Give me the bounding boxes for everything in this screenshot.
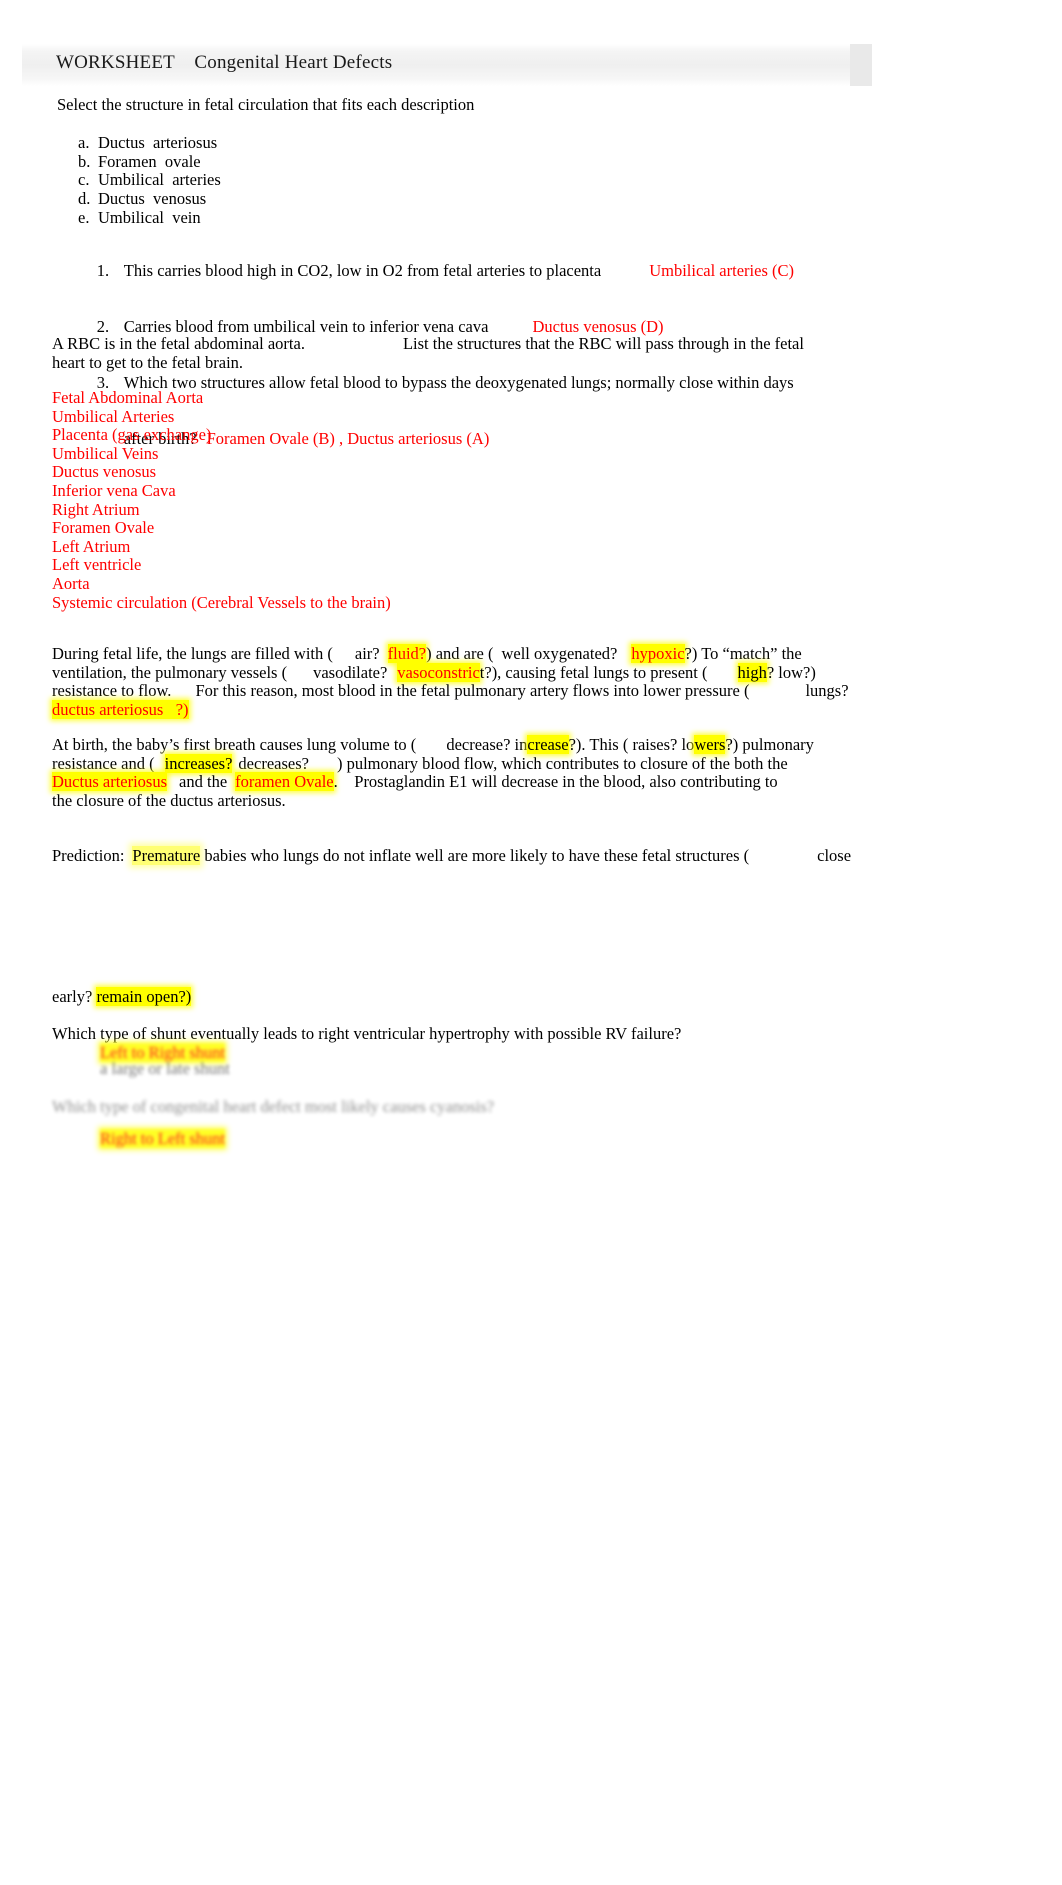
list-item: Aorta (52, 573, 90, 593)
list-marker: b. (78, 151, 91, 171)
answer-highlight: ductus arteriosus ?) (52, 699, 189, 719)
rbc-prompt-line2: heart to get to the fetal brain. (52, 353, 244, 372)
seg: resistance to flow. (52, 681, 172, 701)
seg: lungs? (805, 681, 849, 701)
header-band-edge (850, 44, 872, 86)
seg: ) pulmonary blood flow, which contribute… (336, 753, 788, 773)
birth-line1: At birth, the baby’s first breath causes… (52, 735, 842, 755)
seg: t?), causing fetal lungs to present ( (479, 662, 708, 682)
seg: For this reason, most blood in the fetal… (195, 681, 750, 701)
birth-line4: the closure of the ductus arteriosus. (52, 790, 286, 810)
seg: well oxygenated? (501, 644, 618, 663)
list-item: Umbilical Arteries (52, 406, 175, 426)
seg: ?) pulmonary (725, 735, 814, 754)
list-item: Left ventricle (52, 555, 142, 575)
list-item: Right Atrium (52, 499, 140, 519)
seg: resistance and ( (52, 753, 155, 773)
seg: decreases? (238, 753, 309, 773)
birth-paragraph: At birth, the baby’s first breath causes… (52, 735, 842, 810)
answer-highlight: remain open?) (96, 987, 192, 1006)
list-item: Foramen Ovale (52, 518, 155, 538)
prediction-tail: close (817, 846, 852, 865)
rbc-prompt-line1: A RBC is in the fetal abdominal aorta. Li… (52, 334, 804, 354)
rbc-prompt-a: A RBC is in the fetal abdominal aorta. (52, 334, 305, 353)
answer-highlight: fluid? (387, 644, 427, 663)
seg: and the (179, 772, 228, 792)
list-label: Foramen ovale (98, 151, 201, 171)
prediction-plain: early? (52, 987, 93, 1006)
answer-highlight: high (737, 662, 767, 682)
worksheet-page: WORKSHEET Congenital Heart Defects Selec… (0, 0, 1062, 1885)
question-marker: 1. (96, 260, 110, 280)
list-item: Systemic circulation (Cerebral Vessels t… (52, 592, 391, 612)
list-marker: a. (78, 133, 90, 152)
list-item: Ductus venosus (52, 462, 157, 482)
faded-question: Which type of congenital heart defect mo… (52, 1097, 495, 1116)
answer-highlight: vasoconstric (397, 662, 480, 682)
list-marker: c. (78, 170, 90, 190)
seg: During fetal life, the lungs are filled … (52, 644, 333, 663)
intro-prompt: Select the structure in fetal circulatio… (57, 95, 475, 114)
rbc-prompt-b: List the structures that the RBC will pa… (402, 334, 804, 353)
fetal-life-line1: During fetal life, the lungs are filled … (52, 644, 842, 664)
list-label: Umbilical vein (98, 207, 201, 227)
list-item: Fetal Abdominal Aorta (52, 388, 204, 407)
prediction-line: Prediction: Premature babies who lungs do… (52, 846, 852, 866)
prediction-text: babies who lungs do not inflate well are… (204, 846, 750, 865)
seg: air? (354, 644, 380, 663)
answer-highlight: Ductus arteriosus (52, 772, 168, 792)
list-label: Ductus venosus (98, 189, 207, 209)
shunt-question: Which type of shunt eventually leads to … (52, 1024, 682, 1043)
list-item: Left Atrium (52, 536, 131, 556)
answer-highlight: foramen Ovale (235, 772, 334, 792)
seg: ? low?) (766, 662, 816, 682)
fetal-life-paragraph: During fetal life, the lungs are filled … (52, 644, 849, 720)
rbc-answer-list: Fetal Abdominal Aorta Umbilical Arteries… (52, 388, 391, 612)
prediction-highlight-word: Premature (132, 846, 201, 865)
question-answer: Umbilical arteries (C) (649, 260, 794, 280)
fetal-life-line3: resistance to flow. For this reason, most… (52, 681, 849, 701)
birth-line2: resistance and ( increases? decreases? ) pu… (52, 753, 842, 774)
seg: vasodilate? (313, 662, 388, 682)
list-item: a. Ductus arteriosus (78, 133, 221, 153)
seg: ?) To “match” the (684, 644, 802, 663)
faded-answer: Right to Left shunt (100, 1129, 226, 1149)
seg: ?). This ( raises? lo (568, 735, 695, 754)
question-text: Carries blood from umbilical vein to inf… (123, 316, 489, 336)
page-title: WORKSHEET Congenital Heart Defects (56, 52, 393, 73)
seg: . Prostaglandin E1 will decrease in the … (333, 772, 778, 792)
list-item: Inferior vena Cava (52, 480, 176, 500)
list-marker: d. (78, 189, 91, 209)
prediction-continuation: early? remain open?) (52, 987, 192, 1007)
answer-highlight: crease (527, 735, 569, 754)
answer-highlight: increases? (164, 753, 233, 773)
fetal-life-line2: ventilation, the pulmonary vessels ( vaso… (52, 662, 842, 683)
seg: decrease? in (446, 735, 528, 754)
seg: ventilation, the pulmonary vessels ( (52, 662, 288, 682)
list-item: Umbilical Veins (52, 443, 159, 463)
seg: ) and are ( (426, 644, 494, 663)
list-item: e. Umbilical vein (78, 207, 221, 228)
question-item-1: 1. This carries blood high in CO2, low in… (72, 243, 872, 299)
seg: At birth, the baby’s first breath causes… (52, 735, 417, 754)
list-label: Umbilical arteries (98, 170, 221, 190)
fetal-life-line4: ductus arteriosus ?) (52, 699, 842, 720)
birth-line3: Ductus arteriosus and the foramen Ovale. P… (52, 772, 842, 792)
question-answer: Ductus venosus (D) (532, 316, 664, 336)
list-item: Placenta (gas exchange) (52, 425, 212, 445)
list-marker: e. (78, 207, 90, 227)
answer-highlight: hypoxic (631, 644, 685, 663)
structure-options-list: a. Ductus arteriosus b. Foramen ovale c. Um… (78, 133, 221, 228)
answer-highlight: wers (694, 735, 726, 754)
question-text: This carries blood high in CO2, low in O… (123, 260, 602, 280)
shunt-answer-sub: a large or late shunt (100, 1059, 230, 1078)
list-item: d. Ductus venosus (78, 189, 221, 209)
list-item: c. Umbilical arteries (78, 171, 221, 190)
list-item: b. Foramen ovale (78, 151, 221, 172)
prediction-label: Prediction: (52, 846, 125, 865)
list-label: Ductus arteriosus (98, 133, 218, 152)
answer-highlight: Right to Left shunt (100, 1129, 226, 1148)
